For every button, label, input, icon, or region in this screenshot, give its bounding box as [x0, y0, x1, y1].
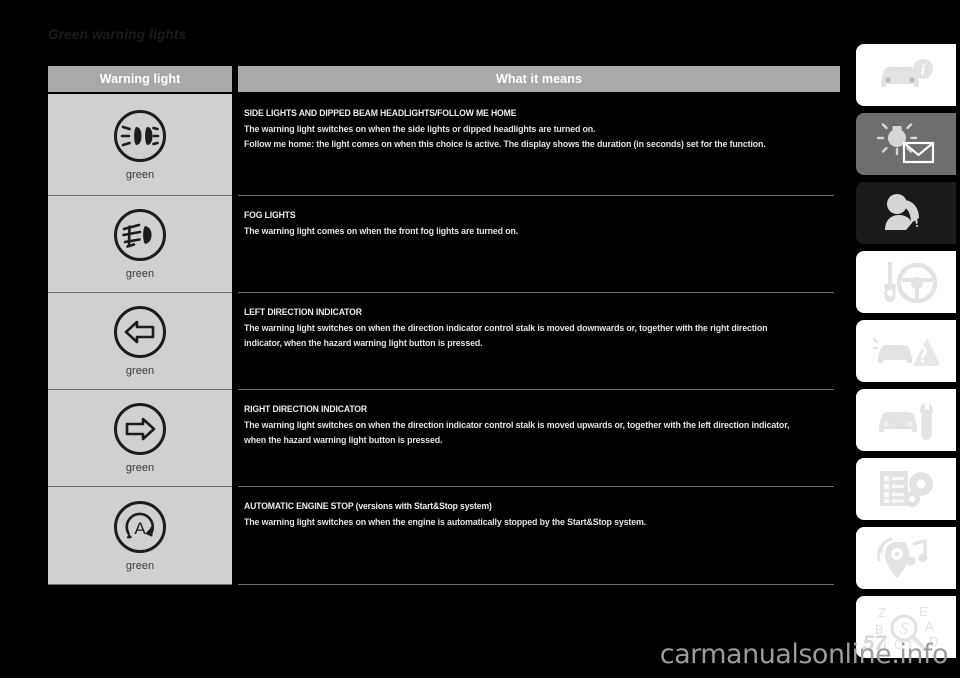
emergency-warning-icon [873, 330, 939, 372]
warning-light-name: LEFT DIRECTION INDICATOR [244, 307, 362, 317]
svg-text:A: A [925, 619, 934, 634]
svg-text:E: E [919, 604, 928, 619]
manual-page: Green warning lights Warning light What … [0, 0, 960, 678]
watermark: carmanualsonline.info [659, 639, 949, 670]
safety-airbag-icon [875, 192, 937, 234]
warning-light-cell: green [48, 293, 232, 390]
svg-text:A: A [134, 519, 146, 538]
front-fog-lights-icon [114, 209, 166, 261]
warning-light-name: RIGHT DIRECTION INDICATOR [244, 404, 368, 414]
warning-light-description: The warning light switches on when the s… [244, 124, 596, 134]
column-header-what-it-means: What it means [238, 66, 840, 92]
svg-text:Z: Z [878, 605, 886, 620]
what-it-means-cell: SIDE LIGHTS AND DIPPED BEAM HEADLIGHTS/F… [238, 94, 840, 196]
warning-light-cell: green [48, 390, 232, 487]
column-header-warning-light: Warning light [48, 66, 232, 92]
key-steering-icon [875, 260, 937, 304]
warning-light-cell: A green [48, 487, 232, 585]
warning-light-name: FOG LIGHTS [244, 210, 296, 220]
warning-light-description: The warning light switches on when the e… [244, 517, 646, 527]
page-title: Green warning lights [48, 27, 187, 42]
warning-light-name: AUTOMATIC ENGINE STOP (versions with Sta… [244, 501, 492, 511]
warning-light-description: The warning light switches on when the d… [244, 323, 768, 348]
warning-light-colour-label: green [125, 462, 155, 474]
warning-light-colour-label: green [125, 559, 155, 572]
warning-light-cell: green [48, 94, 232, 196]
what-it-means-cell: RIGHT DIRECTION INDICATOR The warning lig… [238, 390, 840, 487]
table-row: green LEFT DIRECTION INDICATOR The warning… [48, 293, 840, 390]
sidebar-tab-car-info[interactable]: i [856, 44, 956, 106]
watermark-text: carmanualsonline.info [659, 639, 949, 670]
sidebar-tab-technical-specs[interactable] [856, 458, 956, 520]
sidelights-dipped-beam-icon [114, 109, 166, 162]
sidebar-tab-key-steering[interactable] [856, 251, 956, 313]
table-row: A green AUTOMATIC ENGINE STOP (versions w… [48, 487, 840, 585]
svg-text:S: S [900, 619, 909, 638]
table-row: green RIGHT DIRECTION INDICATOR The warnin… [48, 390, 840, 487]
sidebar-tab-safety-airbag[interactable] [856, 182, 956, 244]
sidebar-tab-lights-and-wipers[interactable] [856, 113, 956, 175]
left-direction-indicator-icon [114, 306, 166, 358]
row-divider [238, 584, 834, 585]
row-divider [48, 584, 232, 585]
maintenance-care-icon [875, 399, 937, 441]
warning-light-colour-label: green [125, 365, 155, 377]
warning-light-cell: green [48, 196, 232, 293]
chapter-tab-sidebar[interactable]: i Z B I C T E A D S [856, 44, 960, 665]
sidebar-tab-emergency-warning[interactable] [856, 320, 956, 382]
table-body: green SIDE LIGHTS AND DIPPED BEAM HEADLIG… [48, 94, 840, 585]
car-info-icon: i [875, 56, 937, 94]
warning-light-description: Follow me home: the light comes on when … [244, 139, 766, 149]
what-it-means-cell: FOG LIGHTS The warning light comes on whe… [238, 196, 840, 293]
lights-and-wipers-icon [875, 123, 937, 165]
table-header-row: Warning light What it means [48, 66, 840, 92]
sidebar-tab-multimedia[interactable] [856, 527, 956, 589]
warning-light-colour-label: green [125, 268, 155, 280]
what-it-means-cell: AUTOMATIC ENGINE STOP (versions with Sta… [238, 487, 840, 585]
sidebar-tab-maintenance-care[interactable] [856, 389, 956, 451]
what-it-means-cell: LEFT DIRECTION INDICATOR The warning ligh… [238, 293, 840, 390]
table-row: green FOG LIGHTS The warning light comes o… [48, 196, 840, 293]
warning-light-description: The warning light switches on when the d… [244, 420, 790, 445]
right-direction-indicator-icon [114, 403, 166, 455]
warning-light-colour-label: green [125, 168, 155, 181]
warning-light-description: The warning light comes on when the fron… [244, 226, 519, 236]
automatic-engine-stop-icon: A [114, 500, 166, 553]
multimedia-icon [875, 536, 937, 580]
table-row: green SIDE LIGHTS AND DIPPED BEAM HEADLIG… [48, 94, 840, 196]
warning-light-name: SIDE LIGHTS AND DIPPED BEAM HEADLIGHTS/F… [244, 108, 517, 118]
technical-specs-icon [875, 467, 937, 511]
warning-lights-table: Warning light What it means green SIDE LI… [48, 66, 840, 585]
